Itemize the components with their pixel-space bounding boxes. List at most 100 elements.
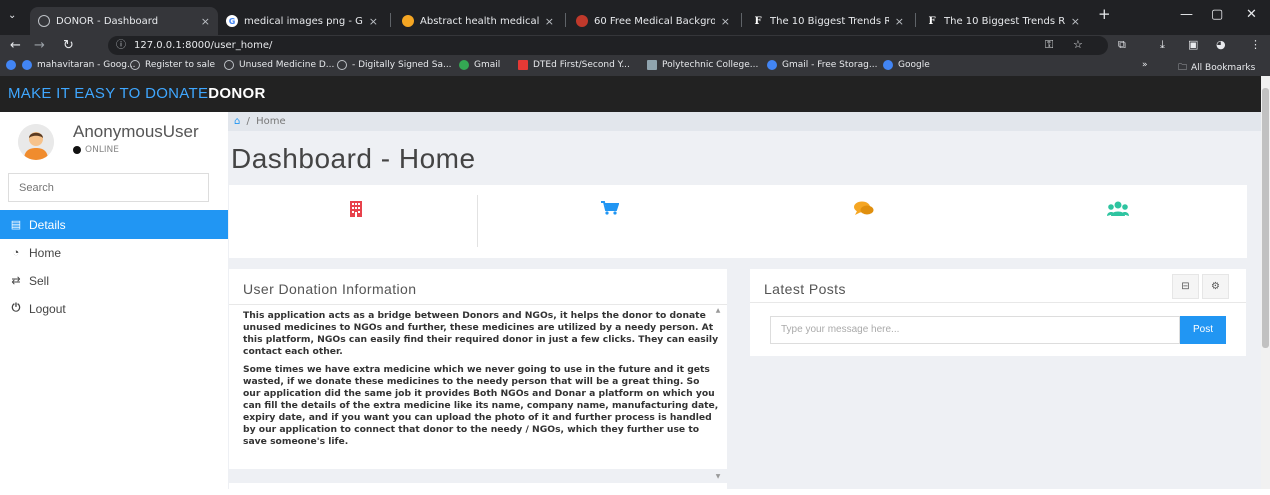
college-icon	[647, 60, 657, 70]
sidepanel-icon[interactable]: ▣	[1188, 38, 1198, 51]
page-scrollbar[interactable]	[1261, 76, 1270, 489]
scroll-up-icon[interactable]: ▲	[713, 307, 723, 314]
online-status: ONLINE	[73, 145, 119, 155]
close-icon[interactable]: ×	[895, 15, 904, 28]
close-icon[interactable]: ×	[369, 15, 378, 28]
tab-donor-dashboard[interactable]: DONOR - Dashboard ×	[30, 7, 218, 35]
dashboard-icon: ◔	[12, 246, 20, 259]
tab-label: Abstract health medical sc	[420, 15, 539, 27]
tab-forbes-trends-2[interactable]: F The 10 Biggest Trends Rev ×	[918, 7, 1088, 35]
minimize-button[interactable]: —	[1180, 7, 1193, 22]
back-icon[interactable]: ←	[10, 38, 21, 53]
avatar	[18, 124, 54, 160]
donation-scrollbar[interactable]: ▲ ▼	[713, 307, 723, 483]
bookmark-star-icon[interactable]: ☆	[1073, 38, 1083, 51]
site-info-icon[interactable]: ⓘ	[116, 36, 126, 55]
scrollbar-thumb[interactable]	[1262, 88, 1269, 348]
menu-kebab-icon[interactable]: ⋮	[1250, 38, 1261, 51]
extensions-icon[interactable]: ⧉	[1118, 38, 1126, 52]
stat-divider	[477, 195, 478, 247]
bookmark-item[interactable]: - Digitally Signed Sa...	[337, 60, 452, 70]
globe-icon	[38, 15, 50, 27]
sidebar-item-label: Details	[29, 217, 66, 232]
sidebar: AnonymousUser ONLINE ▤ Details ◔ Home ⇄ …	[0, 112, 228, 489]
profile-avatar-icon[interactable]: ◕	[1216, 38, 1226, 51]
globe-icon	[224, 60, 234, 70]
download-icon[interactable]: ⤓	[1160, 38, 1165, 52]
cogs-icon: ⚙	[1211, 281, 1220, 292]
brand-logo[interactable]: MAKE IT EASY TO DONATEDONOR	[8, 85, 266, 102]
list-icon: ▤	[10, 219, 22, 231]
tab-search-icon[interactable]: ⌄	[8, 10, 16, 21]
sidebar-item-label: Logout	[29, 301, 66, 316]
sidebar-item-label: Home	[29, 245, 62, 260]
bookmark-item[interactable]: Unused Medicine D...	[224, 60, 334, 70]
stat-card-buildings[interactable]	[229, 185, 483, 249]
post-message-input[interactable]: Type your message here...	[770, 316, 1180, 344]
close-icon[interactable]: ×	[1071, 15, 1080, 28]
bookmark-label: Register to sale	[145, 60, 216, 70]
tab-divider	[565, 13, 566, 27]
user-avatar-icon	[18, 124, 54, 160]
stat-card-cart[interactable]	[483, 185, 737, 249]
bookmark-label: Gmail	[474, 60, 501, 70]
tab-abstract-health[interactable]: Abstract health medical sc ×	[394, 7, 562, 35]
address-bar: ← → ↻ ⓘ 127.0.0.1:8000/user_home/ ⚿ ☆ ⧉ ⤓…	[0, 35, 1270, 57]
image-site-icon	[402, 15, 414, 27]
tab-medical-backgrounds[interactable]: 60 Free Medical Backgrour ×	[568, 7, 738, 35]
panel-divider	[750, 302, 1246, 303]
sidebar-item-details[interactable]: ▤ Details	[0, 210, 228, 239]
bookmark-item[interactable]: mahavitaran - Goog...	[22, 60, 136, 70]
tab-forbes-trends-1[interactable]: F The 10 Biggest Trends Rev ×	[744, 7, 912, 35]
donation-description[interactable]: This application acts as a bridge betwee…	[243, 310, 719, 495]
post-button[interactable]: Post	[1180, 316, 1226, 344]
password-key-icon[interactable]: ⚿	[1045, 38, 1053, 52]
stat-card-comments[interactable]	[737, 185, 991, 249]
bookmark-label: Gmail - Free Storag...	[782, 60, 878, 70]
bookmark-item[interactable]: Google	[883, 60, 930, 70]
google-apps-icon[interactable]	[6, 60, 21, 70]
search-input[interactable]	[8, 173, 209, 202]
comments-icon	[854, 201, 874, 215]
forward-icon[interactable]: →	[34, 38, 45, 53]
panel-settings-button[interactable]: ⚙	[1202, 274, 1229, 299]
minimize-panel-button[interactable]: ⊟	[1172, 274, 1199, 299]
tab-google-images[interactable]: G medical images png - Goo ×	[218, 7, 386, 35]
all-bookmarks-label: All Bookmarks	[1191, 63, 1256, 73]
google-icon: G	[226, 15, 238, 27]
stat-card-users[interactable]	[991, 185, 1245, 249]
description-paragraph: This application acts as a bridge betwee…	[243, 310, 719, 357]
sidebar-item-logout[interactable]: ⏻ Logout	[0, 294, 228, 323]
bookmark-item[interactable]: Polytechnic College...	[647, 60, 758, 70]
url-text: 127.0.0.1:8000/user_home/	[134, 40, 273, 51]
restore-button[interactable]: ▢	[1211, 7, 1223, 22]
close-icon[interactable]: ×	[721, 15, 730, 28]
image-site-icon	[576, 15, 588, 27]
close-window-button[interactable]: ✕	[1246, 7, 1257, 22]
browser-tab-strip: ⌄ DONOR - Dashboard × G medical images p…	[0, 0, 1270, 35]
tab-divider	[741, 13, 742, 27]
status-dot-icon	[73, 146, 81, 154]
handshake-icon: ⇄	[11, 275, 21, 287]
status-label: ONLINE	[85, 145, 119, 155]
page-title: Dashboard - Home	[231, 143, 476, 174]
sidebar-item-home[interactable]: ◔ Home	[0, 238, 228, 267]
bookmark-label: Polytechnic College...	[662, 60, 759, 70]
all-bookmarks-button[interactable]: 🗀 All Bookmarks	[1178, 60, 1255, 76]
bookmark-item[interactable]: Register to sale	[130, 60, 215, 70]
home-icon[interactable]: ⌂	[234, 116, 240, 127]
url-field[interactable]: ⓘ 127.0.0.1:8000/user_home/	[108, 36, 1108, 55]
bookmark-item[interactable]: DTEd First/Second Y...	[518, 60, 630, 70]
scroll-down-icon[interactable]: ▼	[713, 473, 723, 480]
new-tab-button[interactable]: +	[1098, 5, 1111, 23]
close-icon[interactable]: ×	[545, 15, 554, 28]
reload-icon[interactable]: ↻	[63, 38, 74, 53]
sidebar-item-label: Sell	[29, 273, 50, 288]
bookmark-item[interactable]: Gmail - Free Storag...	[767, 60, 877, 70]
close-icon[interactable]: ×	[201, 15, 210, 28]
bookmark-item[interactable]: Gmail	[459, 60, 500, 70]
breadcrumb: ⌂ / Home	[228, 112, 1261, 131]
bookmarks-overflow-button[interactable]: »	[1142, 60, 1148, 70]
sidebar-item-sell[interactable]: ⇄ Sell	[0, 266, 228, 295]
breadcrumb-current: Home	[256, 116, 286, 127]
